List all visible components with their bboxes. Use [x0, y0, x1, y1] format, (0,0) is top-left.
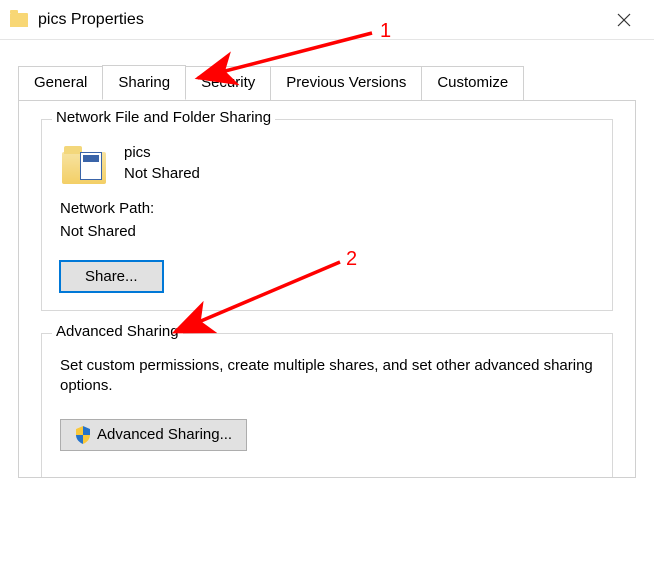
group-network-sharing: Network File and Folder Sharing pics Not…: [41, 119, 613, 311]
folder-info-text: pics Not Shared: [124, 142, 200, 184]
group-advanced-sharing: Advanced Sharing Set custom permissions,…: [41, 333, 613, 477]
share-status-label: Not Shared: [124, 163, 200, 184]
group-legend-advanced: Advanced Sharing: [52, 323, 183, 340]
titlebar: pics Properties: [0, 0, 654, 40]
window-title: pics Properties: [38, 11, 144, 29]
tab-previous-versions[interactable]: Previous Versions: [270, 66, 422, 101]
tab-customize[interactable]: Customize: [421, 66, 524, 101]
annotation-label-1: 1: [380, 20, 391, 43]
tab-general[interactable]: General: [18, 66, 103, 101]
advanced-sharing-button[interactable]: Advanced Sharing...: [60, 419, 247, 451]
tab-bar: General Sharing Security Previous Versio…: [18, 65, 654, 100]
group-legend-network: Network File and Folder Sharing: [52, 109, 275, 126]
folder-info-row: pics Not Shared: [62, 142, 594, 184]
tab-security[interactable]: Security: [185, 66, 271, 101]
network-path-value: Not Shared: [60, 221, 594, 244]
advanced-sharing-button-label: Advanced Sharing...: [97, 426, 232, 443]
advanced-description: Set custom permissions, create multiple …: [60, 356, 594, 397]
network-path-label: Network Path:: [60, 198, 594, 221]
share-button[interactable]: Share...: [60, 261, 163, 292]
folder-name-label: pics: [124, 142, 200, 163]
close-button[interactable]: [604, 0, 644, 40]
network-path-block: Network Path: Not Shared: [60, 198, 594, 243]
folder-large-icon: [62, 146, 106, 184]
uac-shield-icon: [75, 426, 91, 444]
folder-icon: [10, 13, 28, 27]
close-icon: [617, 13, 631, 27]
annotation-label-2: 2: [346, 248, 357, 271]
tab-panel-sharing: Network File and Folder Sharing pics Not…: [18, 100, 636, 478]
tab-sharing[interactable]: Sharing: [102, 65, 186, 100]
